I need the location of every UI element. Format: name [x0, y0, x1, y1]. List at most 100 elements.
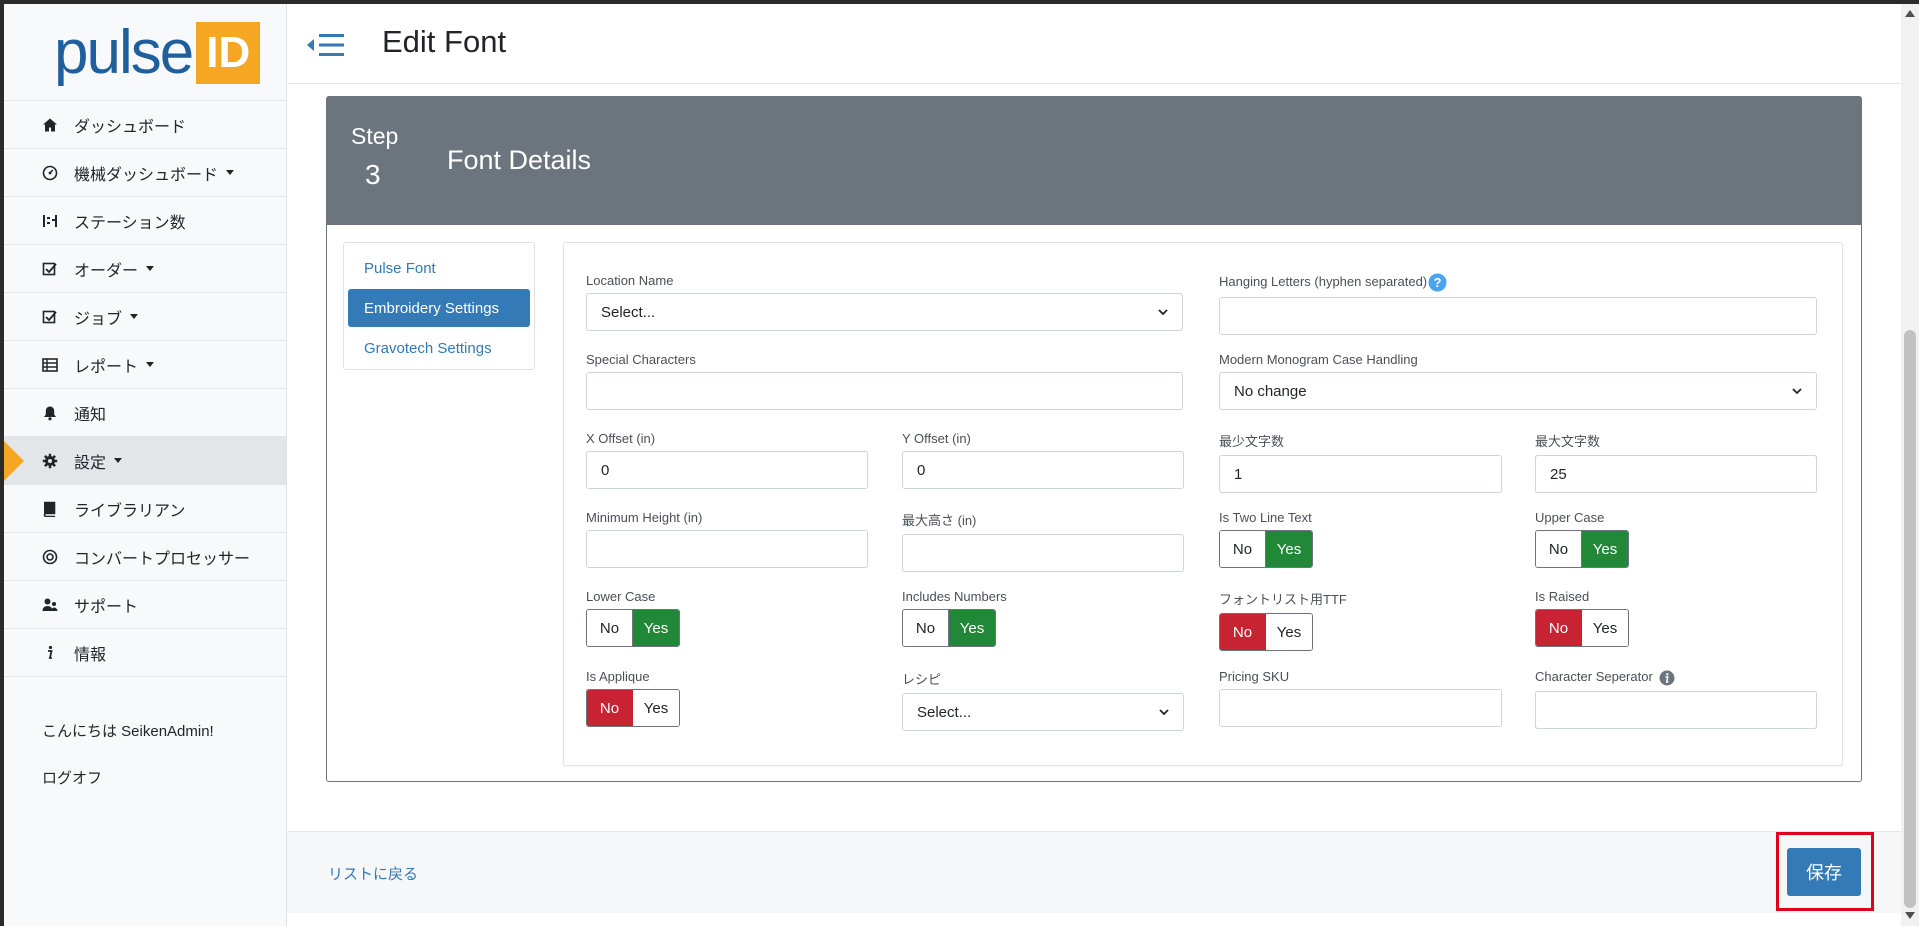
recipe-select[interactable]: Select...	[902, 693, 1184, 731]
lower-case-no-button[interactable]: No	[587, 610, 633, 646]
logout-link[interactable]: ログオフ	[42, 767, 102, 788]
two-line-yes-button[interactable]: Yes	[1266, 531, 1312, 567]
caret-down-icon	[146, 362, 155, 367]
is-raised-field: Is Raised No Yes	[1535, 589, 1629, 647]
tab-gravotech-settings[interactable]: Gravotech Settings	[348, 329, 530, 367]
pulse-id-logo[interactable]: pulse ID	[54, 18, 261, 88]
upper-case-no-button[interactable]: No	[1536, 531, 1582, 567]
font-list-ttf-label: フォントリスト用TTF	[1219, 592, 1347, 607]
sidebar-item-machine-dashboard[interactable]: 機械ダッシュボード	[4, 149, 286, 197]
two-line-no-button[interactable]: No	[1220, 531, 1266, 567]
sidebar: pulse ID ダッシュボード 機械ダッシュボード ステーション数 オーダー	[4, 4, 287, 926]
sidebar-item-reports[interactable]: レポート	[4, 341, 286, 389]
lower-case-field: Lower Case No Yes	[586, 589, 680, 647]
min-height-input[interactable]	[586, 530, 868, 568]
y-offset-input[interactable]: 0	[902, 451, 1184, 489]
monogram-case-value: No change	[1234, 382, 1307, 400]
info-circle-icon[interactable]	[1659, 670, 1675, 686]
is-applique-toggle: No Yes	[586, 689, 680, 727]
min-height-label: Minimum Height (in)	[586, 510, 703, 525]
max-chars-input[interactable]: 25	[1535, 455, 1817, 493]
recipe-label: レシピ	[902, 672, 942, 687]
x-offset-input[interactable]: 0	[586, 451, 868, 489]
tab-embroidery-settings[interactable]: Embroidery Settings	[348, 289, 530, 327]
upper-case-yes-button[interactable]: Yes	[1582, 531, 1628, 567]
x-offset-label: X Offset (in)	[586, 431, 656, 446]
monogram-case-select[interactable]: No change	[1219, 372, 1817, 410]
stations-icon	[40, 211, 60, 231]
sidebar-item-label: ライブラリアン	[74, 502, 186, 520]
save-button[interactable]: 保存	[1787, 848, 1861, 896]
book-icon	[40, 499, 60, 519]
is-raised-yes-button[interactable]: Yes	[1582, 610, 1628, 646]
page-scrollbar[interactable]	[1901, 4, 1919, 926]
settings-tabs: Pulse Font Embroidery Settings Gravotech…	[343, 242, 535, 370]
font-list-ttf-yes-button[interactable]: Yes	[1266, 614, 1312, 650]
back-to-list-link[interactable]: リストに戻る	[328, 863, 418, 884]
is-applique-yes-button[interactable]: Yes	[633, 690, 679, 726]
gauge-icon	[40, 163, 60, 183]
hanging-letters-label: Hanging Letters (hyphen separated)?	[1219, 273, 1817, 292]
lower-case-label: Lower Case	[586, 589, 656, 604]
includes-numbers-field: Includes Numbers No Yes	[902, 589, 1007, 647]
two-line-label: Is Two Line Text	[1219, 510, 1312, 525]
two-line-toggle: No Yes	[1219, 530, 1313, 568]
sidebar-item-dashboard[interactable]: ダッシュボード	[4, 101, 286, 149]
sidebar-item-jobs[interactable]: ジョブ	[4, 293, 286, 341]
sidebar-item-settings[interactable]: 設定	[4, 437, 286, 485]
tab-pulse-font[interactable]: Pulse Font	[348, 249, 530, 287]
font-list-ttf-no-button[interactable]: No	[1220, 614, 1266, 650]
includes-numbers-yes-button[interactable]: Yes	[949, 610, 995, 646]
sidebar-item-orders[interactable]: オーダー	[4, 245, 286, 293]
scroll-up-arrow-icon[interactable]	[1905, 10, 1915, 17]
scroll-down-arrow-icon[interactable]	[1905, 912, 1915, 919]
user-greeting: こんにちは SeikenAdmin!	[42, 723, 214, 740]
scrollbar-thumb[interactable]	[1904, 330, 1916, 908]
y-offset-field: Y Offset (in) 0	[902, 431, 1184, 489]
recipe-field: レシピ Select...	[902, 669, 1184, 731]
lower-case-toggle: No Yes	[586, 609, 680, 647]
sidebar-item-info[interactable]: 情報	[4, 629, 286, 677]
upper-case-toggle: No Yes	[1535, 530, 1629, 568]
lower-case-yes-button[interactable]: Yes	[633, 610, 679, 646]
char-separator-input[interactable]	[1535, 690, 1817, 729]
location-name-label: Location Name	[586, 273, 674, 288]
help-icon[interactable]: ?	[1428, 273, 1447, 292]
max-height-input[interactable]	[902, 534, 1184, 572]
is-raised-label: Is Raised	[1535, 589, 1590, 604]
sidebar-item-notifications[interactable]: 通知	[4, 389, 286, 437]
hanging-letters-input[interactable]	[1219, 297, 1817, 335]
logo-text: pulse	[54, 18, 194, 87]
sidebar-item-stations[interactable]: ステーション数	[4, 197, 286, 245]
upper-case-field: Upper Case No Yes	[1535, 510, 1629, 568]
special-characters-field: Special Characters	[586, 352, 1183, 410]
bell-icon	[40, 403, 60, 423]
embroidery-settings-form: Location Name Select... Hanging Letters …	[563, 242, 1843, 766]
sidebar-item-label: コンバートプロセッサー	[74, 550, 251, 568]
location-name-value: Select...	[601, 303, 656, 321]
gear-icon	[40, 451, 60, 471]
min-height-field: Minimum Height (in)	[586, 510, 868, 568]
page-header: Edit Font	[287, 4, 1901, 84]
sidebar-item-label: ジョブ	[74, 310, 123, 328]
sidebar-item-convert-processor[interactable]: コンバートプロセッサー	[4, 533, 286, 581]
sidebar-item-support[interactable]: サポート	[4, 581, 286, 629]
caret-down-icon	[146, 266, 155, 271]
min-chars-input[interactable]: 1	[1219, 455, 1502, 493]
back-hamburger-icon[interactable]	[307, 28, 351, 62]
form-footer: リストに戻る 保存	[287, 831, 1901, 913]
sidebar-item-librarian[interactable]: ライブラリアン	[4, 485, 286, 533]
table-icon	[40, 355, 60, 375]
location-name-select[interactable]: Select...	[586, 293, 1183, 331]
hanging-letters-label-text: Hanging Letters (hyphen separated)	[1219, 273, 1428, 289]
logo-badge: ID	[196, 22, 261, 84]
special-characters-input[interactable]	[586, 372, 1183, 410]
step-card: Step 3 Font Details Pulse Font Embroider…	[326, 96, 1862, 782]
sidebar-item-label: レポート	[74, 358, 139, 376]
pricing-sku-input[interactable]	[1219, 689, 1502, 727]
is-applique-no-button[interactable]: No	[587, 690, 633, 726]
includes-numbers-no-button[interactable]: No	[903, 610, 949, 646]
is-raised-no-button[interactable]: No	[1536, 610, 1582, 646]
sidebar-item-label: 通知	[74, 406, 107, 424]
info-icon	[40, 643, 60, 663]
